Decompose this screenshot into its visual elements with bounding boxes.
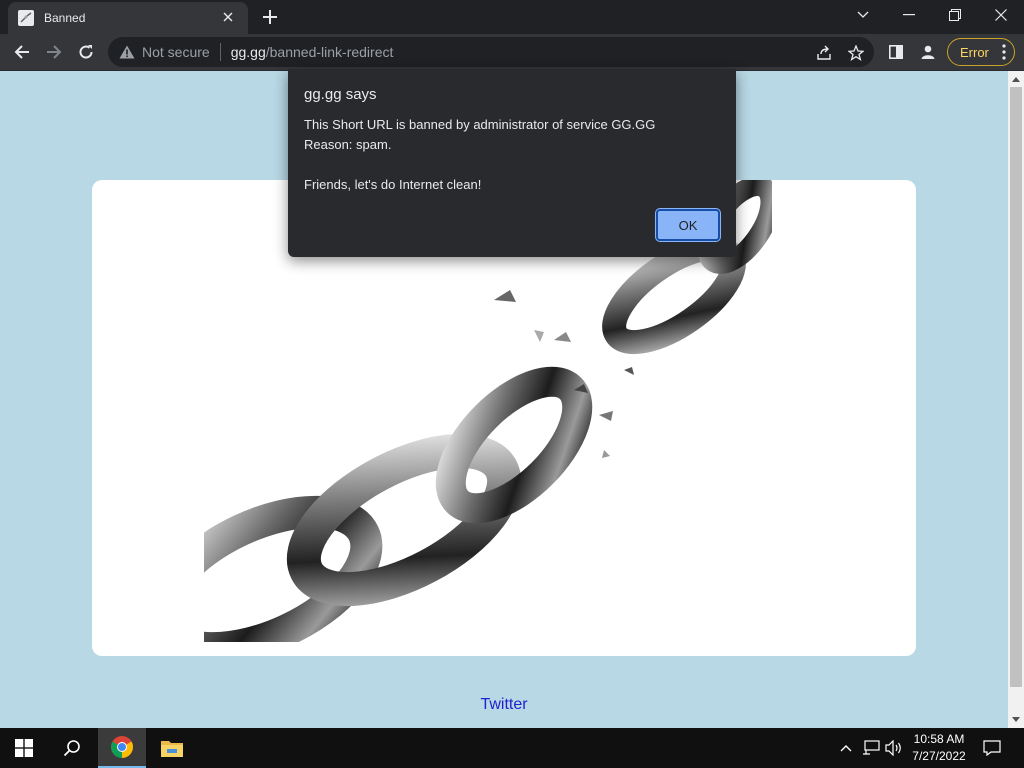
clock-time: 10:58 AM [913,732,965,746]
alert-dialog: gg.gg says This Short URL is banned by a… [288,69,736,257]
warning-icon[interactable] [118,43,136,61]
reload-icon[interactable] [72,38,100,66]
restore-icon[interactable] [932,0,978,30]
tab-title: Banned [44,11,86,25]
window-close-icon[interactable] [978,0,1024,30]
scroll-thumb[interactable] [1010,87,1022,687]
scrollbar[interactable] [1008,71,1024,728]
windows-start-icon[interactable] [0,728,48,768]
address-bar[interactable]: Not secure gg.gg/banned-link-redirect [108,37,874,67]
volume-icon[interactable] [884,738,904,758]
chevron-down-icon[interactable] [840,0,886,30]
windows-taskbar: 10:58 AM 7/27/2022 [0,728,1024,768]
chrome-icon[interactable] [98,728,146,768]
browser-toolbar: Not secure gg.gg/banned-link-redirect Er… [0,34,1024,71]
dialog-message: This Short URL is banned by administrato… [304,117,656,192]
clock-date: 7/27/2022 [912,749,966,763]
url-path: /banned-link-redirect [265,44,394,60]
url-host: gg.gg [230,44,266,60]
scroll-up-icon[interactable] [1008,71,1024,87]
forward-icon[interactable] [40,38,68,66]
more-icon[interactable] [1002,44,1006,60]
close-icon[interactable] [218,9,238,27]
file-explorer-icon[interactable] [148,728,196,768]
ok-button[interactable]: OK [655,208,721,242]
notification-icon[interactable] [982,738,1002,758]
error-label: Error [960,44,989,60]
profile-icon[interactable] [914,38,942,66]
address-separator [219,43,221,61]
back-icon[interactable] [8,38,36,66]
chevron-up-icon[interactable] [836,738,856,758]
twitter-link[interactable]: Twitter [0,696,1008,714]
search-icon[interactable] [48,728,96,768]
taskbar-clock[interactable]: 10:58 AM 7/27/2022 [906,731,972,765]
star-icon[interactable] [846,43,866,63]
network-icon[interactable] [861,738,881,758]
favicon-icon [18,10,34,26]
minimize-icon[interactable] [886,0,932,30]
share-icon[interactable] [814,43,834,63]
security-label[interactable]: Not secure [142,44,210,60]
scroll-down-icon[interactable] [1008,712,1024,728]
profile-error-button[interactable]: Error [947,38,1015,66]
plus-icon[interactable] [258,5,282,29]
tab-banned[interactable]: Banned [8,2,248,34]
tab-strip: Banned [0,0,1024,34]
dialog-title: gg.gg says [304,86,377,103]
side-panel-icon[interactable] [882,38,910,66]
